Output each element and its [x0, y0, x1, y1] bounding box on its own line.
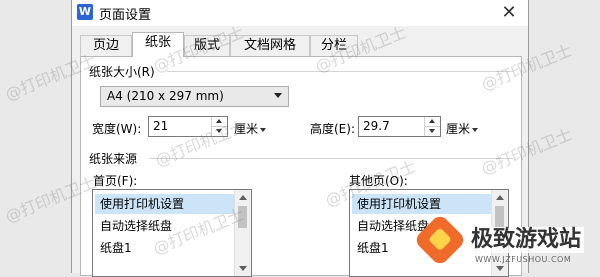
- spin-up-icon: [216, 119, 222, 123]
- first-page-item[interactable]: 纸盘1: [95, 238, 235, 258]
- scroll-thumb[interactable]: [238, 206, 247, 228]
- paper-source-group-label: 纸张来源: [89, 152, 138, 166]
- brand-logo-icon: [413, 213, 467, 267]
- height-label: 高度(E):: [310, 122, 355, 136]
- width-spin-buttons: [211, 117, 227, 136]
- spin-down-icon: [429, 129, 435, 133]
- width-decrement-button[interactable]: [212, 127, 227, 136]
- paper-source-divider: [149, 158, 513, 159]
- dialog-title: 页面设置: [99, 8, 152, 23]
- height-unit-dropdown[interactable]: 厘米: [446, 120, 479, 137]
- close-button[interactable]: ✕: [494, 0, 524, 26]
- width-unit-label: 厘米: [234, 122, 259, 136]
- tab-columns[interactable]: 分栏: [310, 35, 358, 56]
- scroll-up-icon[interactable]: [496, 195, 504, 200]
- paper-size-value: A4 (210 x 297 mm): [107, 89, 224, 103]
- site-brand-badge: 极致游戏站 WWW.JZFUSHOU.COM: [411, 213, 600, 273]
- spin-up-icon: [429, 119, 435, 123]
- scroll-down-icon[interactable]: [239, 266, 247, 271]
- first-page-scrollbar[interactable]: [234, 190, 251, 276]
- tab-paper[interactable]: 纸张: [132, 32, 184, 57]
- width-unit-dropdown[interactable]: 厘米: [234, 120, 267, 137]
- height-value: 29.7: [363, 119, 390, 133]
- unit-caret-icon: [260, 127, 267, 132]
- height-increment-button[interactable]: [425, 117, 440, 127]
- paper-size-group-label: 纸张大小(R): [89, 65, 155, 79]
- width-label: 宽度(W):: [92, 122, 142, 136]
- first-page-listbox[interactable]: 使用打印机设置 自动选择纸盘 纸盘1: [92, 189, 252, 277]
- paper-size-select[interactable]: A4 (210 x 297 mm): [100, 86, 289, 107]
- tab-document-grid[interactable]: 文档网格: [230, 35, 310, 56]
- height-spinner[interactable]: 29.7: [358, 116, 441, 137]
- height-unit-label: 厘米: [446, 122, 471, 136]
- height-spin-buttons: [424, 117, 440, 136]
- first-page-item[interactable]: 使用打印机设置: [95, 194, 235, 214]
- first-page-label: 首页(F):: [93, 174, 138, 188]
- unit-caret-icon: [472, 127, 479, 132]
- height-decrement-button[interactable]: [425, 127, 440, 136]
- width-increment-button[interactable]: [212, 117, 227, 127]
- wps-app-icon: W: [77, 4, 93, 20]
- other-pages-label: 其他页(O):: [349, 174, 408, 188]
- first-page-item[interactable]: 自动选择纸盘: [95, 216, 235, 236]
- dropdown-arrow-icon: [274, 93, 282, 98]
- brand-name: 极致游戏站: [468, 227, 585, 253]
- title-bar: W 页面设置 ✕: [72, 0, 528, 26]
- spin-down-icon: [216, 129, 222, 133]
- other-pages-item[interactable]: 使用打印机设置: [352, 194, 492, 214]
- brand-url: WWW.JZFUSHOU.COM: [475, 255, 572, 264]
- width-value: 21: [153, 119, 169, 133]
- tab-margins[interactable]: 页边距: [80, 35, 132, 73]
- scroll-up-icon[interactable]: [239, 195, 247, 200]
- width-spinner[interactable]: 21: [148, 116, 228, 137]
- tab-layout[interactable]: 版式: [184, 35, 230, 56]
- paper-size-divider: [167, 71, 513, 72]
